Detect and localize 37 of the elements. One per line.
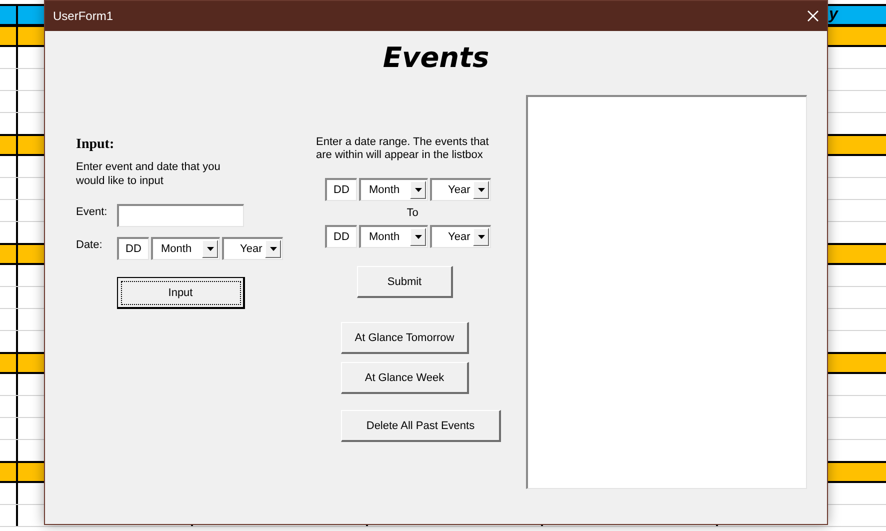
- caret-icon: [206, 247, 214, 251]
- window-title: UserForm1: [53, 9, 114, 23]
- form-heading: Events: [382, 41, 490, 74]
- section-title: Input:: [76, 137, 114, 153]
- caret-icon: [478, 235, 484, 239]
- dropdown-button[interactable]: [202, 240, 218, 258]
- submit-button[interactable]: Submit: [357, 266, 453, 298]
- dropdown-button[interactable]: [410, 181, 426, 199]
- caret-icon: [270, 247, 276, 251]
- field-label: Event:: [76, 206, 108, 218]
- action-button[interactable]: Delete All Past Events: [341, 410, 501, 442]
- dropdown-button[interactable]: [473, 228, 489, 246]
- field-label: Date:: [76, 239, 102, 251]
- caret-icon: [414, 188, 422, 192]
- range-separator: To: [406, 207, 418, 219]
- month-dropdown[interactable]: Month: [359, 225, 428, 248]
- month-dropdown[interactable]: Month: [359, 178, 428, 201]
- close-icon[interactable]: [807, 10, 819, 22]
- event-input-field[interactable]: [117, 204, 244, 227]
- column-header-text: y: [829, 6, 838, 24]
- year-dropdown[interactable]: Year: [430, 225, 491, 248]
- caret-icon: [414, 235, 422, 239]
- dropdown-button[interactable]: [265, 240, 281, 258]
- month-dropdown[interactable]: Month: [151, 237, 220, 260]
- caret-icon: [478, 188, 484, 192]
- instruction-text: Enter a date range. The events that are within will appear in the listbox: [316, 136, 490, 162]
- instruction-text: Enter event and date that you would like to input: [76, 160, 221, 188]
- dropdown-button[interactable]: [473, 181, 489, 199]
- dropdown-button[interactable]: [410, 228, 426, 246]
- input-button[interactable]: Input: [117, 277, 245, 309]
- day-field[interactable]: DD: [325, 225, 357, 248]
- day-field[interactable]: DD: [325, 178, 357, 201]
- action-button[interactable]: At Glance Tomorrow: [341, 322, 469, 354]
- day-field[interactable]: DD: [117, 237, 149, 260]
- year-dropdown[interactable]: Year: [430, 178, 491, 201]
- year-dropdown[interactable]: Year: [222, 237, 283, 260]
- action-button[interactable]: At Glance Week: [341, 362, 469, 394]
